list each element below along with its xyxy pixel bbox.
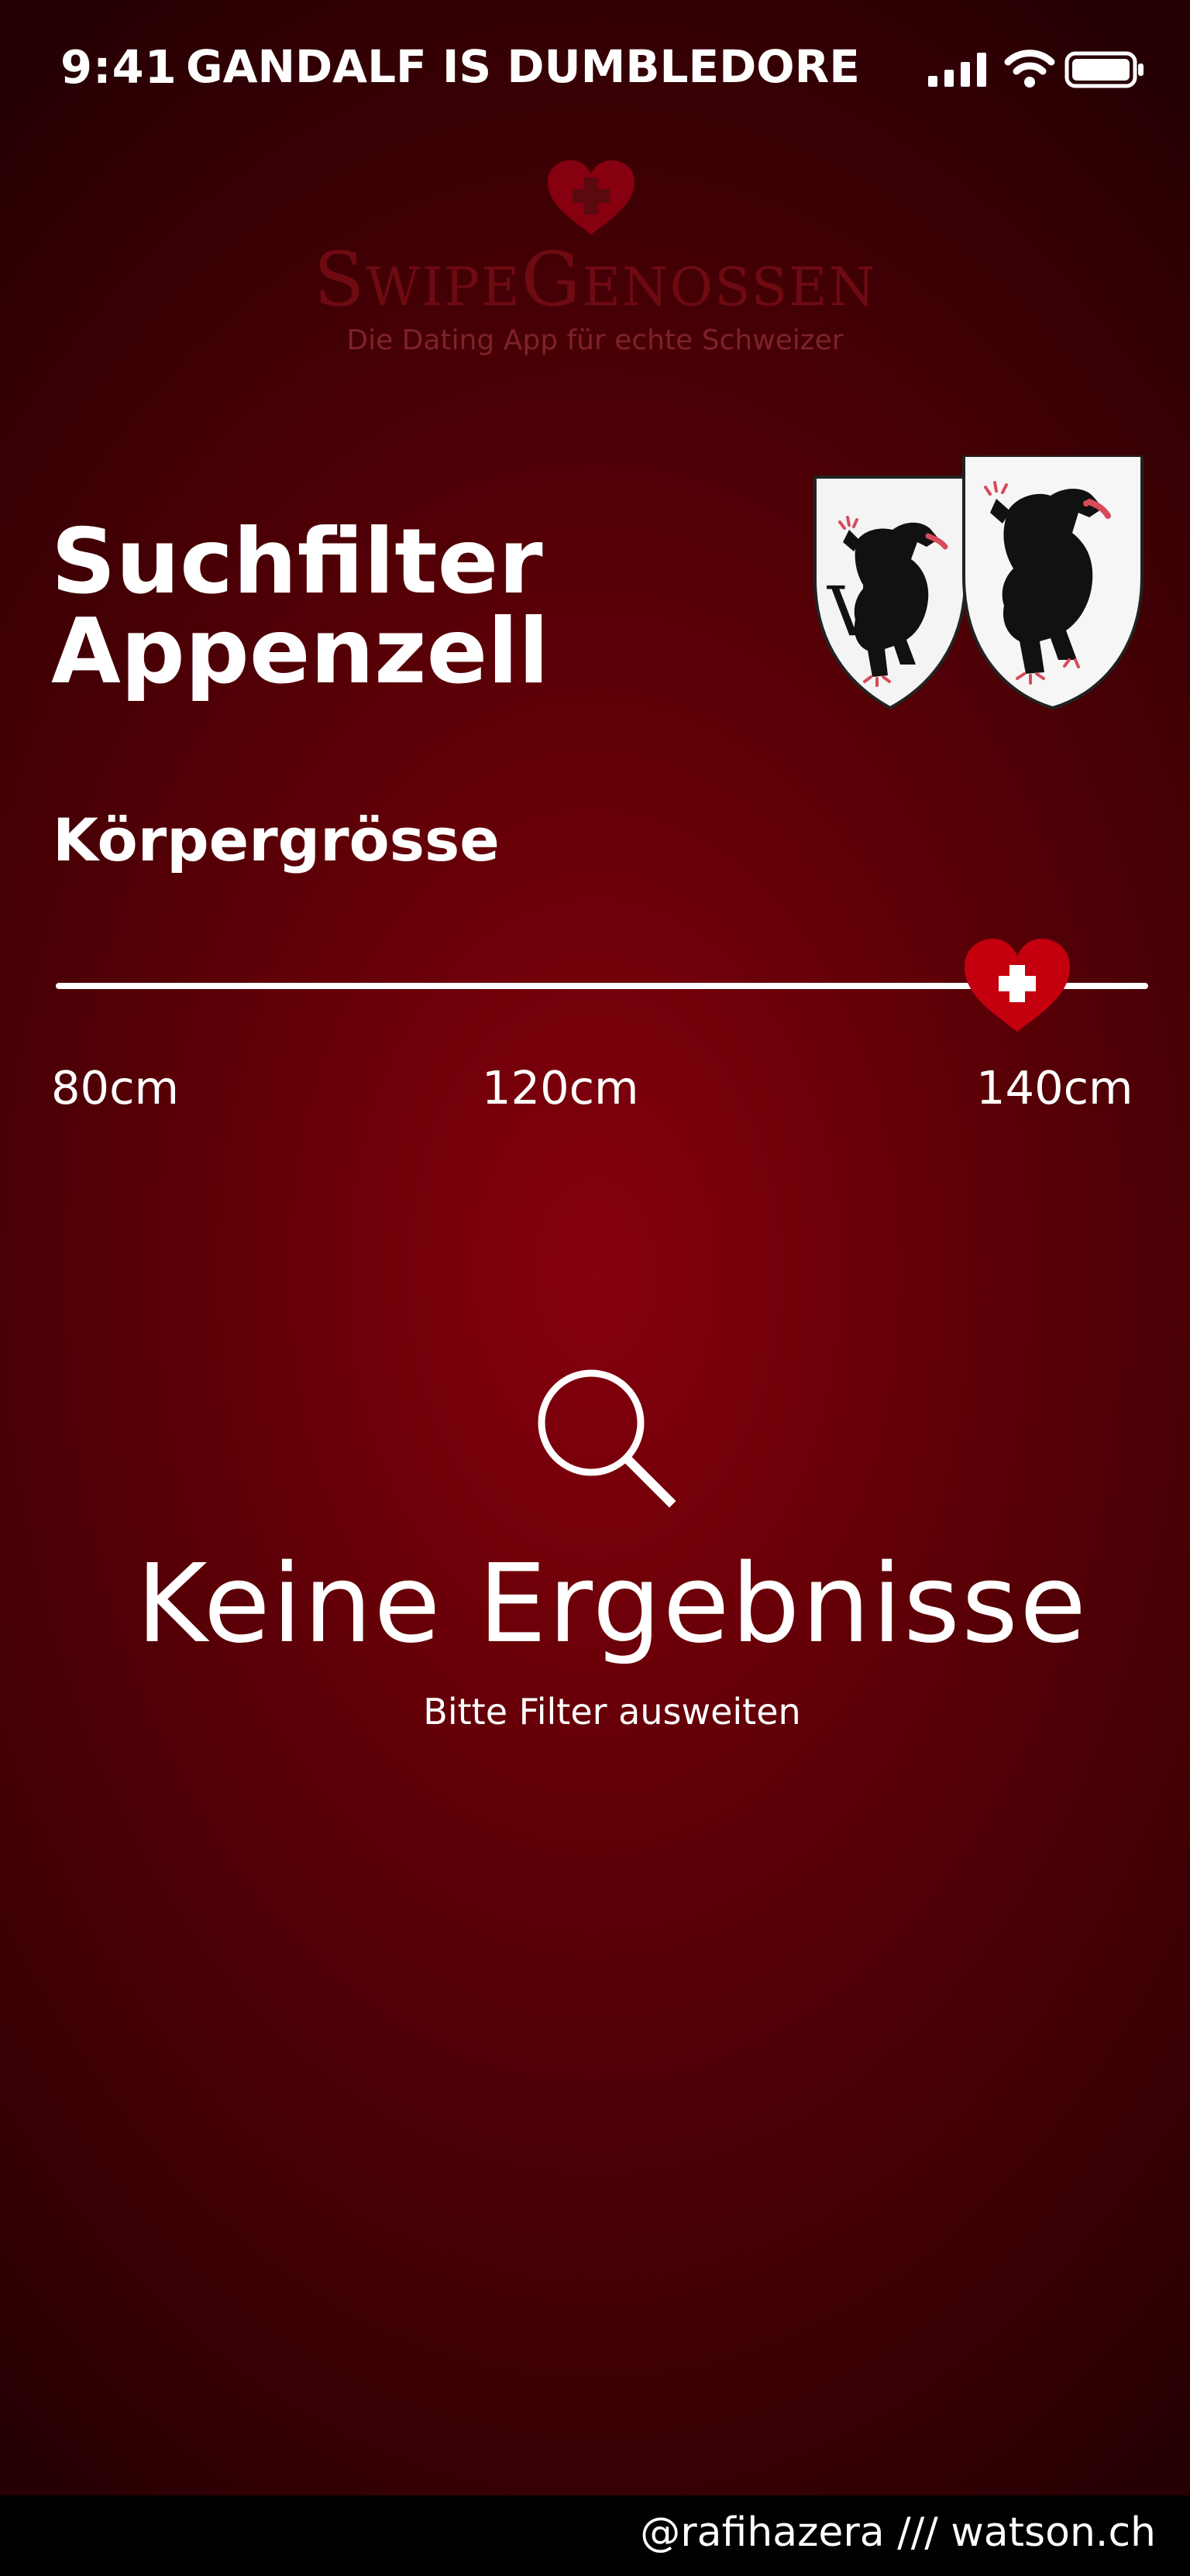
brand-tagline: Die Dating App für echte Schweizer (346, 325, 844, 356)
status-carrier: GANDALF IS DUMBLEDORE (186, 40, 860, 93)
brand-name-initial-1: S (313, 236, 366, 323)
slider-min-label: 80cm (51, 1061, 179, 1115)
battery-icon (1064, 51, 1144, 88)
footer-bar: @rafihazera /// watson.ch (0, 2495, 1190, 2576)
brand-name-part-1: WIPE (366, 257, 521, 318)
filter-label: Körpergrösse (53, 805, 500, 874)
status-time: 9:41 (60, 40, 177, 94)
page-title-line-1: Suchfilter (51, 510, 543, 614)
phone-screen: 9:41 GANDALF IS DUMBLEDORE SWIPEGENOSSEN… (0, 0, 1190, 2576)
height-slider[interactable] (56, 937, 1148, 1038)
empty-state-subtitle: Bitte Filter ausweiten (423, 1691, 801, 1733)
status-bar: 9:41 GANDALF IS DUMBLEDORE (0, 0, 1190, 139)
slider-thumb-heart-icon[interactable] (963, 937, 1071, 1035)
slider-max-label: 140cm (976, 1061, 1133, 1115)
page-title-line-2: Appenzell (51, 599, 549, 704)
brand-logo: SWIPEGENOSSEN Die Dating App für echte S… (279, 159, 911, 368)
search-icon (538, 1369, 676, 1508)
wifi-icon (1004, 50, 1055, 88)
brand-name-part-2: ENOSSEN (582, 257, 877, 318)
empty-state-title: Keine Ergebnisse (136, 1541, 1089, 1668)
footer-credit: @rafihazera /// watson.ch (640, 2509, 1156, 2556)
swiss-heart-icon (548, 160, 635, 235)
cellular-signal-icon (928, 53, 986, 87)
app-background: 9:41 GANDALF IS DUMBLEDORE SWIPEGENOSSEN… (0, 0, 1190, 2495)
slider-mid-label: 120cm (482, 1061, 639, 1115)
page-title: Suchfilter Appenzell (51, 517, 549, 697)
appenzell-coat-of-arms-icon: V (813, 455, 1144, 709)
brand-name-initial-2: G (521, 236, 583, 323)
brand-name: SWIPEGENOSSEN (279, 236, 911, 323)
